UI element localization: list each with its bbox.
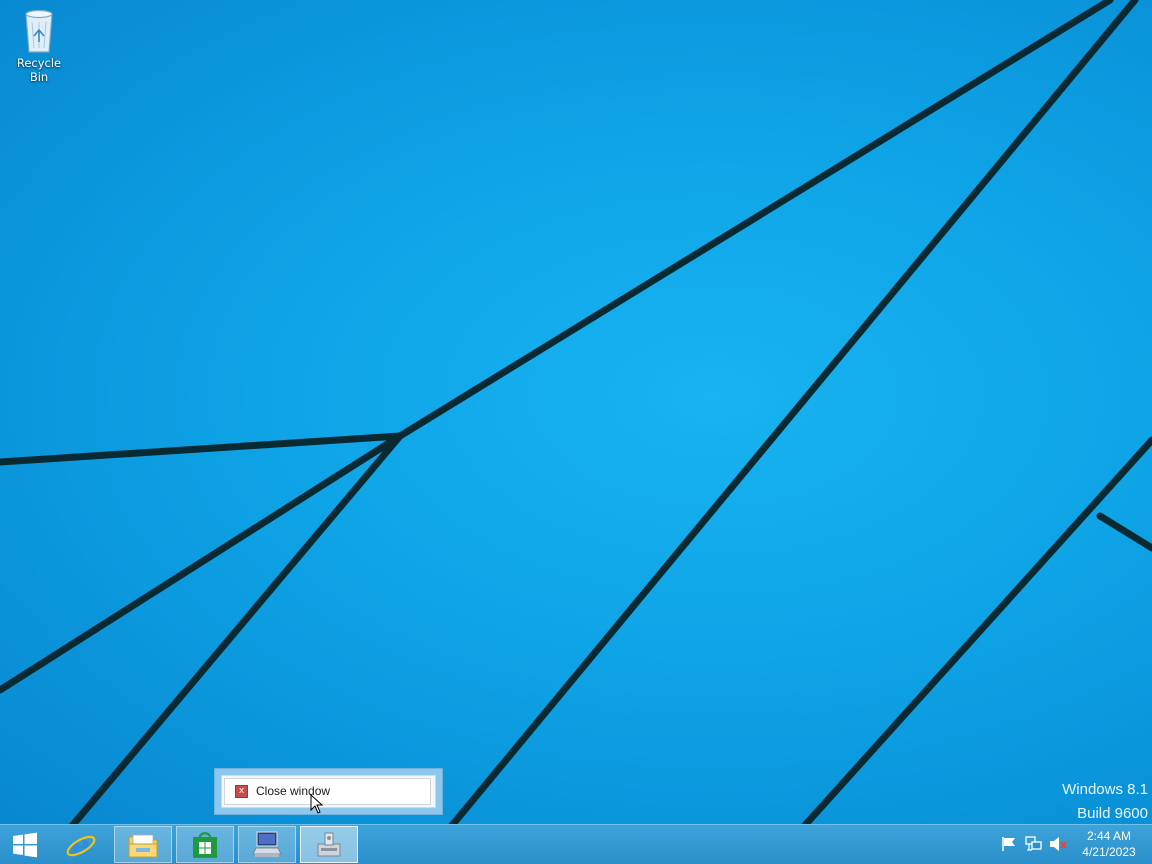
taskbar-file-explorer-button[interactable] xyxy=(114,826,172,863)
jump-list-panel: x Close window xyxy=(221,775,436,808)
clock-date: 4/21/2023 xyxy=(1082,845,1136,859)
taskbar-internet-explorer-button[interactable]: e xyxy=(54,826,108,863)
desktop[interactable]: Recycle Bin Windows 8.1 Build 9600 x Clo… xyxy=(0,0,1152,824)
recycle-bin-icon xyxy=(25,9,53,53)
folder-icon xyxy=(128,834,158,857)
computer-icon xyxy=(252,830,282,857)
close-window-menu-item[interactable]: x Close window xyxy=(224,778,431,805)
taskbar-jump-list: x Close window xyxy=(214,768,443,815)
windows-version-watermark: Windows 8.1 Build 9600 xyxy=(1062,778,1148,824)
mouse-cursor-icon xyxy=(310,794,324,814)
desktop-icon-recycle-bin[interactable]: Recycle Bin xyxy=(6,6,72,84)
ie-icon: e xyxy=(66,829,96,861)
clock-time: 2:44 AM xyxy=(1086,829,1132,843)
device-icon xyxy=(317,832,341,856)
taskbar-remote-desktop-button[interactable] xyxy=(238,826,296,863)
network-icon[interactable] xyxy=(1025,836,1043,852)
taskbar-device-button[interactable] xyxy=(300,826,358,863)
store-icon xyxy=(193,831,217,858)
watermark-os-name: Windows 8.1 xyxy=(1062,781,1148,798)
desktop-icon-label: Recycle Bin xyxy=(16,56,62,84)
volume-muted-icon[interactable] xyxy=(1049,836,1067,852)
svg-text:e: e xyxy=(71,829,90,861)
watermark-build: Build 9600 xyxy=(1077,805,1148,822)
taskbar-store-button[interactable] xyxy=(176,826,234,863)
taskbar-clock[interactable]: 2:44 AM 4/21/2023 xyxy=(1076,828,1142,860)
windows-logo-icon xyxy=(13,832,37,857)
action-center-flag-icon[interactable] xyxy=(1000,836,1018,852)
wallpaper-lines xyxy=(0,0,1152,824)
taskbar: e 2:44 AM 4/21/2023 xyxy=(0,824,1152,864)
close-icon: x xyxy=(235,785,248,798)
start-button[interactable] xyxy=(0,826,50,863)
